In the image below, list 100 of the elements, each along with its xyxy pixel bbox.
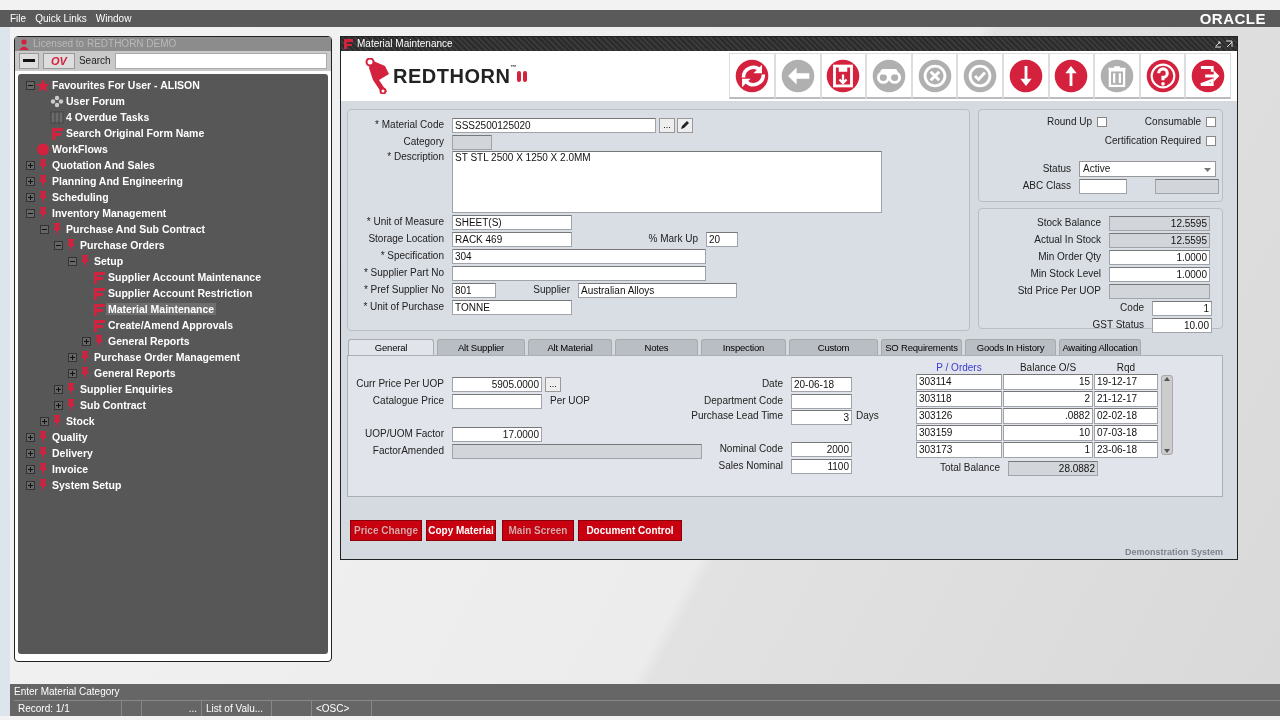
column-header[interactable]: Balance O/S xyxy=(1003,362,1093,374)
input-field[interactable]: TONNE xyxy=(452,299,572,315)
tree-item[interactable]: Planning And Engineering xyxy=(50,174,185,188)
input-field[interactable]: 5905.0000 xyxy=(452,376,542,392)
menu-item[interactable]: File xyxy=(10,12,27,25)
lookup-button[interactable]: ... xyxy=(545,376,561,392)
refresh-button[interactable] xyxy=(729,53,776,99)
scroll-up-icon[interactable] xyxy=(1163,376,1171,382)
expand-icon[interactable] xyxy=(81,336,91,346)
tree-item[interactable]: Invoice xyxy=(50,462,91,476)
input-field[interactable]: SSS2500125020 xyxy=(452,117,656,133)
input-field[interactable]: 12.5595 xyxy=(1109,215,1210,231)
menu-item[interactable]: Quick Links xyxy=(35,12,87,25)
checkbox[interactable] xyxy=(1097,117,1108,127)
tree-item[interactable]: Quality xyxy=(50,430,90,444)
tree-item[interactable]: Purchase Order Management xyxy=(92,350,242,364)
restore-icon[interactable] xyxy=(1214,40,1222,48)
tree-item[interactable]: Supplier Enquiries xyxy=(78,382,175,396)
expand-icon[interactable] xyxy=(25,480,35,490)
tab[interactable]: Custom xyxy=(789,339,878,355)
tree-item[interactable]: Purchase And Sub Contract xyxy=(64,222,208,236)
expand-icon[interactable] xyxy=(39,416,49,426)
input-field[interactable] xyxy=(452,393,542,409)
description-field[interactable]: ST STL 2500 X 1250 X 2.0MM xyxy=(452,151,882,213)
tab[interactable]: SO Requirements xyxy=(881,339,962,355)
expand-icon[interactable] xyxy=(25,432,35,442)
checkbox[interactable] xyxy=(1206,136,1216,146)
tree-item[interactable]: Favourites For User - ALISON xyxy=(50,78,202,92)
tree-item[interactable]: Supplier Account Restriction xyxy=(106,286,255,300)
input-field[interactable]: 12.5595 xyxy=(1109,232,1210,248)
tree-item[interactable]: Purchase Orders xyxy=(78,238,167,252)
expand-icon[interactable] xyxy=(25,192,35,202)
input-field[interactable] xyxy=(452,265,706,281)
tab[interactable]: Inspection xyxy=(701,339,786,355)
collapse-button[interactable] xyxy=(19,53,39,69)
input-field[interactable]: Australian Alloys xyxy=(578,282,737,298)
input-field[interactable]: 801 xyxy=(452,282,496,298)
tree-item[interactable]: Search Original Form Name xyxy=(64,126,207,140)
input-field[interactable]: 20-06-18 xyxy=(791,376,852,392)
expand-icon[interactable] xyxy=(25,176,35,186)
scroll-down-icon[interactable] xyxy=(1163,448,1171,454)
collapse-icon[interactable] xyxy=(53,240,63,250)
action-button[interactable]: Copy Material xyxy=(426,520,496,541)
lookup-button[interactable]: ... xyxy=(659,117,675,133)
expand-icon[interactable] xyxy=(67,368,77,378)
action-button[interactable]: Document Control xyxy=(578,520,682,541)
collapse-icon[interactable] xyxy=(25,80,35,90)
help-button[interactable] xyxy=(1139,53,1186,99)
tree-item[interactable]: Create/Amend Approvals xyxy=(106,318,236,332)
maximize-icon[interactable] xyxy=(1225,40,1233,48)
tab[interactable]: Awaiting Allocation xyxy=(1059,339,1141,355)
input-field[interactable]: 3 xyxy=(791,410,852,425)
tree-item[interactable]: General Reports xyxy=(106,334,192,348)
menu-item[interactable]: Window xyxy=(95,12,132,25)
tree-item[interactable]: 4 Overdue Tasks xyxy=(64,110,152,124)
tree-item[interactable]: System Setup xyxy=(50,478,124,492)
column-header[interactable]: Rqd xyxy=(1094,362,1158,374)
input-field[interactable]: 1100 xyxy=(791,458,852,474)
scrollbar[interactable] xyxy=(1161,375,1173,455)
input-field[interactable]: 1.0000 xyxy=(1109,249,1210,265)
input-field[interactable]: 1 xyxy=(1152,300,1212,316)
search-field[interactable] xyxy=(114,53,327,69)
input-field[interactable]: RACK 469 xyxy=(452,231,572,247)
tree-item[interactable]: WorkFlows xyxy=(50,142,110,156)
input-field[interactable]: SHEET(S) xyxy=(452,214,572,230)
tab[interactable]: Alt Material xyxy=(528,339,612,355)
tree-item[interactable]: Stock xyxy=(64,414,97,428)
input-field[interactable]: 1.0000 xyxy=(1109,266,1210,282)
expand-icon[interactable] xyxy=(53,400,63,410)
expand-icon[interactable] xyxy=(25,160,35,170)
input-field[interactable]: 10.00 xyxy=(1152,317,1212,333)
column-header[interactable]: P / Orders xyxy=(916,362,1002,374)
input-field[interactable] xyxy=(791,393,852,409)
input-field[interactable] xyxy=(1079,178,1127,194)
save-button[interactable] xyxy=(820,53,867,99)
input-field[interactable] xyxy=(1109,283,1210,299)
checkbox[interactable] xyxy=(1206,117,1216,127)
edit-button[interactable] xyxy=(677,117,693,133)
previous-button[interactable] xyxy=(1048,53,1095,99)
tab[interactable]: Goods In History xyxy=(965,339,1056,355)
collapse-icon[interactable] xyxy=(25,208,35,218)
tree-item[interactable]: Setup xyxy=(92,254,126,268)
expand-icon[interactable] xyxy=(25,448,35,458)
collapse-icon[interactable] xyxy=(67,256,77,266)
next-button[interactable] xyxy=(1003,53,1049,99)
expand-icon[interactable] xyxy=(53,384,63,394)
input-field[interactable]: 2000 xyxy=(791,441,852,457)
expand-icon[interactable] xyxy=(25,464,35,474)
input-field[interactable]: 20 xyxy=(706,231,738,247)
tab[interactable]: Notes xyxy=(615,339,698,355)
tab[interactable]: General xyxy=(348,339,434,355)
tree-item[interactable]: User Forum xyxy=(64,94,127,108)
tree-item[interactable]: Scheduling xyxy=(50,190,111,204)
exit-button[interactable] xyxy=(1185,53,1231,99)
status-dropdown[interactable]: Active xyxy=(1079,161,1216,177)
tree-item[interactable]: Material Maintenance xyxy=(106,302,217,316)
input-field[interactable] xyxy=(452,134,492,150)
tab[interactable]: Alt Supplier xyxy=(437,339,525,355)
tree-item[interactable]: Delivery xyxy=(50,446,95,460)
collapse-icon[interactable] xyxy=(39,224,49,234)
